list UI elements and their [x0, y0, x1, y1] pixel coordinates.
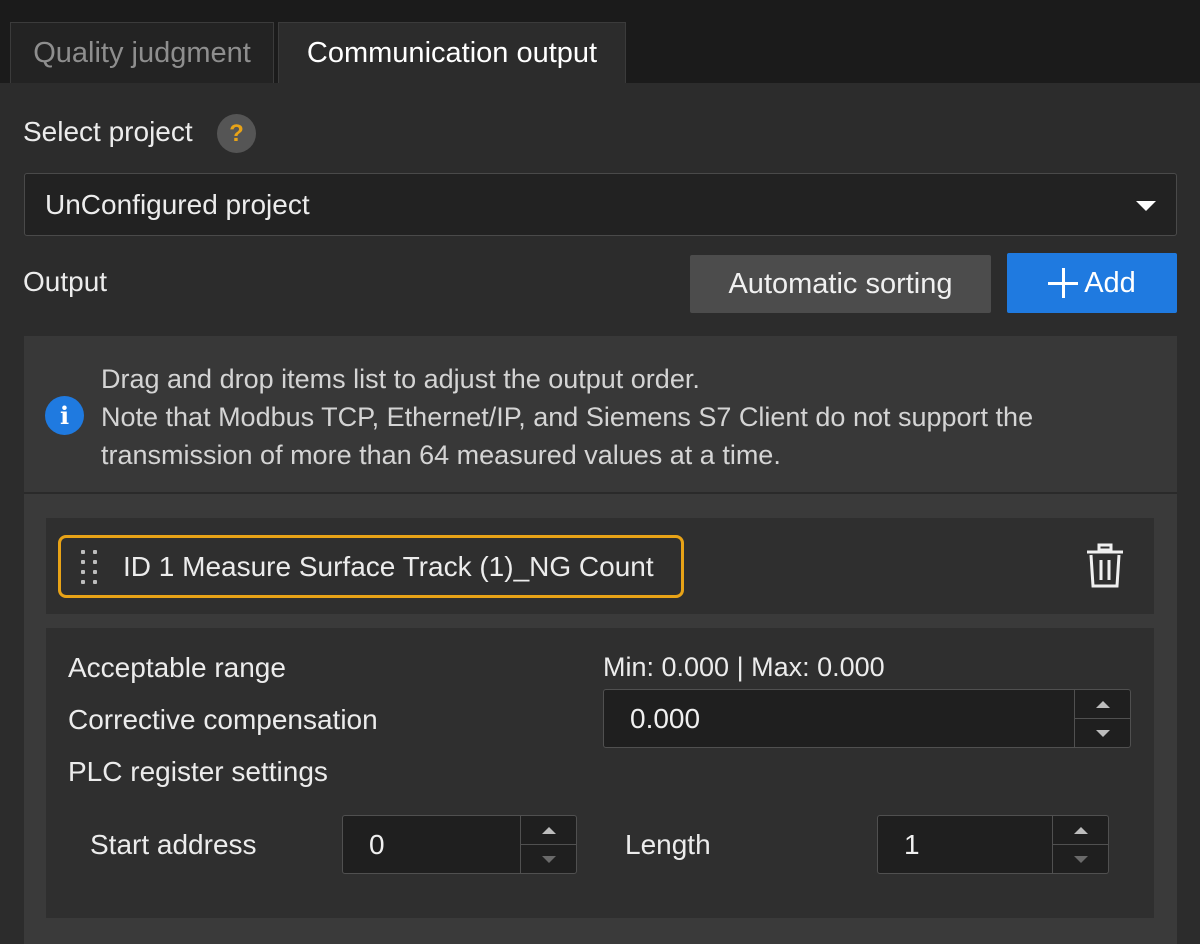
drag-handle-icon[interactable] [77, 548, 103, 586]
decrement-button[interactable] [1074, 718, 1130, 747]
plc-register-settings-label: PLC register settings [68, 756, 328, 787]
info-line-2: Note that Modbus TCP, Ethernet/IP, and S… [101, 402, 1034, 470]
corrective-compensation-value: 0.000 [630, 702, 701, 734]
decrement-button[interactable] [520, 844, 576, 873]
chevron-up-icon [541, 826, 556, 834]
corrective-compensation-label: Corrective compensation [68, 704, 378, 735]
increment-button[interactable] [1074, 690, 1130, 718]
tab-quality-judgment[interactable]: Quality judgment [10, 22, 274, 83]
stepper-arrows [1052, 816, 1108, 873]
output-label: Output [23, 266, 108, 297]
decrement-button[interactable] [1052, 844, 1108, 873]
tab-communication-output[interactable]: Communication output [278, 22, 626, 83]
chevron-up-icon [1095, 700, 1110, 708]
info-icon: i [45, 396, 84, 435]
increment-button[interactable] [520, 816, 576, 844]
increment-button[interactable] [1052, 816, 1108, 844]
chevron-down-icon [1095, 729, 1110, 737]
select-project-label: Select project [23, 116, 193, 147]
add-button-label: Add [1084, 266, 1136, 299]
project-select[interactable]: UnConfigured project [24, 173, 1177, 236]
plus-icon [1048, 268, 1079, 298]
info-text: Drag and drop items list to adjust the o… [101, 360, 1161, 474]
length-value: 1 [904, 828, 920, 860]
project-select-value: UnConfigured project [45, 188, 310, 220]
chevron-down-icon [541, 855, 556, 863]
trash-icon[interactable] [1084, 543, 1126, 589]
stepper-arrows [1074, 690, 1130, 747]
output-item-chip[interactable]: ID 1 Measure Surface Track (1)_NG Count [58, 535, 684, 598]
help-icon[interactable]: ? [217, 114, 256, 153]
output-item-label: ID 1 Measure Surface Track (1)_NG Count [123, 550, 654, 582]
info-line-1: Drag and drop items list to adjust the o… [101, 364, 700, 394]
start-address-label: Start address [90, 829, 257, 860]
length-stepper[interactable]: 1 [877, 815, 1109, 874]
start-address-value: 0 [369, 828, 385, 860]
chevron-down-icon [1136, 201, 1156, 211]
acceptable-range-label: Acceptable range [68, 652, 286, 683]
start-address-stepper[interactable]: 0 [342, 815, 577, 874]
corrective-compensation-stepper[interactable]: 0.000 [603, 689, 1131, 748]
chevron-down-icon [1073, 855, 1088, 863]
automatic-sorting-button[interactable]: Automatic sorting [690, 255, 991, 313]
add-button[interactable]: Add [1007, 253, 1177, 313]
length-label: Length [625, 829, 711, 860]
stepper-arrows [520, 816, 576, 873]
chevron-up-icon [1073, 826, 1088, 834]
acceptable-range-value: Min: 0.000 | Max: 0.000 [603, 652, 885, 682]
